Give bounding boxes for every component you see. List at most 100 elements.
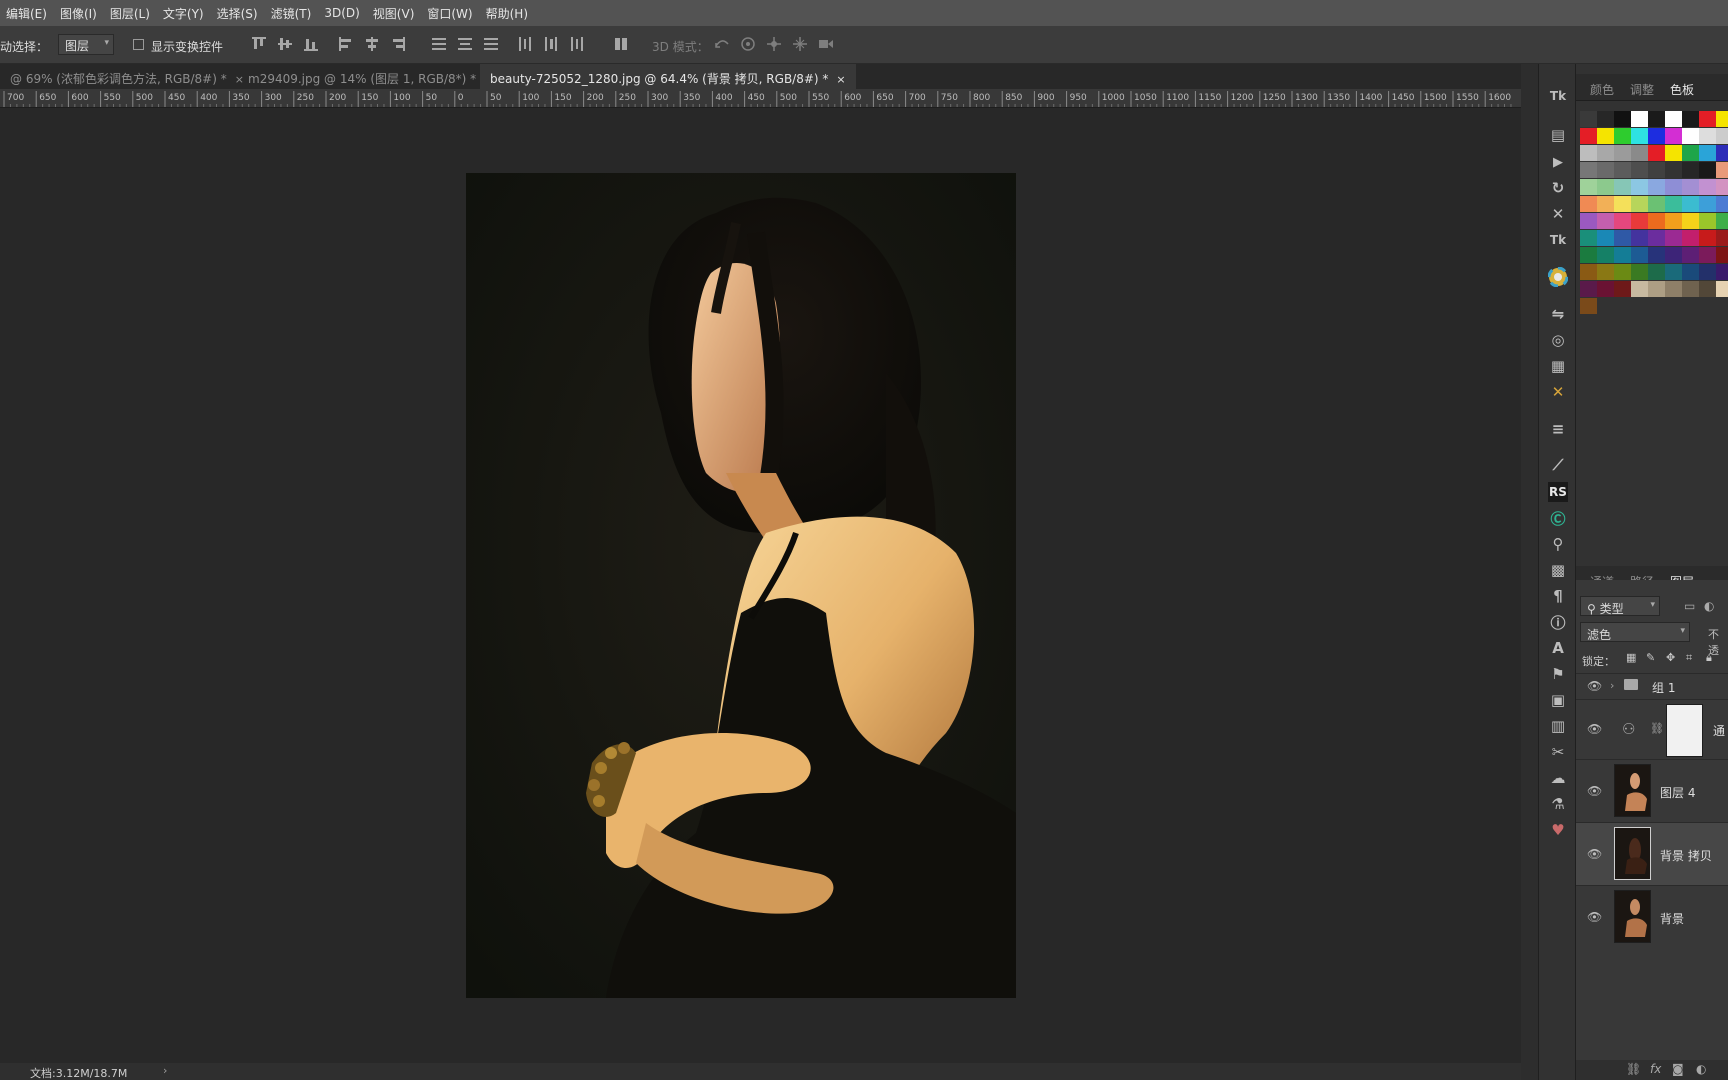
layer-row-adjustment[interactable]: 👁︎ ⚇ ⛓︎ 通	[1576, 699, 1728, 759]
fx-icon[interactable]: fx	[1650, 1062, 1661, 1076]
layer-comps-icon[interactable]: ▣	[1548, 690, 1568, 710]
filter-adjustment-icon[interactable]: ◐	[1704, 599, 1714, 613]
tab-document-1[interactable]: @ 69% (浓郁色彩调色方法, RGB/8#) * ×	[0, 64, 254, 89]
color-swatch[interactable]	[1597, 111, 1614, 127]
distribute-vcenter-icon[interactable]	[456, 35, 474, 53]
color-swatch[interactable]	[1631, 162, 1648, 178]
filter-pixel-icon[interactable]: ▭	[1684, 599, 1695, 613]
color-swatch[interactable]	[1716, 111, 1728, 127]
color-swatch[interactable]	[1716, 162, 1728, 178]
color-swatch[interactable]	[1631, 179, 1648, 195]
slide-3d-icon[interactable]	[791, 35, 809, 53]
color-swatch[interactable]	[1614, 213, 1631, 229]
color-swatch[interactable]	[1699, 196, 1716, 212]
color-swatch[interactable]	[1699, 162, 1716, 178]
layer-mask-thumbnail[interactable]	[1666, 704, 1703, 757]
layer-row-layer4[interactable]: 👁︎ 图层 4	[1576, 759, 1728, 822]
color-swatch[interactable]	[1665, 264, 1682, 280]
color-swatch[interactable]	[1631, 196, 1648, 212]
color-swatch[interactable]	[1699, 128, 1716, 144]
color-swatch[interactable]	[1614, 145, 1631, 161]
color-swatch[interactable]	[1648, 264, 1665, 280]
layer-row-background[interactable]: 👁︎ 背景	[1576, 885, 1728, 948]
cloud-icon[interactable]: ☁	[1548, 768, 1568, 788]
color-swatch[interactable]	[1597, 247, 1614, 263]
tab-document-2[interactable]: m29409.jpg @ 14% (图层 1, RGB/8*) *×	[238, 64, 503, 89]
color-swatch[interactable]	[1580, 162, 1597, 178]
tab-color[interactable]: 颜色	[1590, 81, 1614, 98]
eye-icon[interactable]: 👁︎	[1587, 847, 1602, 861]
color-swatch[interactable]	[1682, 213, 1699, 229]
color-swatch[interactable]	[1580, 179, 1597, 195]
color-swatch[interactable]	[1631, 145, 1648, 161]
color-swatch[interactable]	[1614, 162, 1631, 178]
color-swatch[interactable]	[1597, 281, 1614, 297]
color-swatch[interactable]	[1648, 230, 1665, 246]
color-swatch[interactable]	[1682, 230, 1699, 246]
roll-3d-icon[interactable]	[739, 35, 757, 53]
color-swatch[interactable]	[1580, 196, 1597, 212]
color-swatch[interactable]	[1648, 128, 1665, 144]
chevron-right-icon[interactable]: ›	[1610, 679, 1614, 692]
eye-icon[interactable]: 👁︎	[1587, 784, 1602, 798]
clone-source-icon[interactable]: ◎	[1548, 330, 1568, 350]
lock-artboard-icon[interactable]: ⌗	[1686, 651, 1692, 665]
color-swatch[interactable]	[1716, 281, 1728, 297]
color-swatch[interactable]	[1597, 145, 1614, 161]
auto-select-dropdown[interactable]: 图层 ▾	[58, 34, 114, 55]
color-swatch[interactable]	[1597, 162, 1614, 178]
color-swatch[interactable]	[1648, 213, 1665, 229]
scissors-icon[interactable]: ✂	[1548, 742, 1568, 762]
document-image[interactable]	[466, 173, 1016, 998]
distribute-hcenter-icon[interactable]	[542, 35, 560, 53]
tab-adjustments[interactable]: 调整	[1630, 81, 1654, 98]
color-swatch[interactable]	[1648, 196, 1665, 212]
color-swatch[interactable]	[1580, 247, 1597, 263]
color-swatch[interactable]	[1648, 247, 1665, 263]
status-menu-arrow[interactable]: ›	[163, 1064, 167, 1077]
color-swatch[interactable]	[1597, 128, 1614, 144]
color-swatch[interactable]	[1665, 128, 1682, 144]
color-swatch[interactable]	[1682, 281, 1699, 297]
swatches-grid[interactable]	[1580, 111, 1728, 381]
color-swatch[interactable]	[1614, 128, 1631, 144]
color-swatch[interactable]	[1682, 111, 1699, 127]
distribute-left-icon[interactable]	[516, 35, 534, 53]
lock-all-icon[interactable]: 🔒︎	[1706, 651, 1712, 665]
color-swatch[interactable]	[1665, 111, 1682, 127]
link-icon[interactable]: ⛓︎	[1650, 722, 1664, 735]
color-swatch[interactable]	[1665, 162, 1682, 178]
color-swatch[interactable]	[1716, 196, 1728, 212]
lock-position-icon[interactable]: ✥	[1666, 651, 1675, 664]
color-swatch[interactable]	[1699, 213, 1716, 229]
distribute-top-icon[interactable]	[430, 35, 448, 53]
color-swatch[interactable]	[1580, 145, 1597, 161]
color-swatch[interactable]	[1631, 111, 1648, 127]
color-swatch[interactable]	[1682, 179, 1699, 195]
color-swatch[interactable]	[1597, 179, 1614, 195]
color-swatch[interactable]	[1580, 111, 1597, 127]
circle-c-icon[interactable]: Ⓒ	[1548, 508, 1568, 528]
eye-icon[interactable]: 👁︎	[1587, 910, 1602, 924]
color-swatch[interactable]	[1716, 230, 1728, 246]
color-swatch[interactable]	[1614, 196, 1631, 212]
align-hcenter-icon[interactable]	[363, 35, 381, 53]
color-wheel-icon[interactable]	[1548, 267, 1568, 287]
pan-3d-icon[interactable]	[765, 35, 783, 53]
color-swatch[interactable]	[1648, 281, 1665, 297]
color-swatch[interactable]	[1580, 281, 1597, 297]
lock-brush-icon[interactable]: ✎	[1646, 651, 1655, 664]
menu-image[interactable]: 图像(I)	[54, 5, 104, 22]
color-swatch[interactable]	[1614, 264, 1631, 280]
color-swatch[interactable]	[1716, 213, 1728, 229]
align-vcenter-icon[interactable]	[276, 35, 294, 53]
history-icon[interactable]: ▤	[1548, 125, 1568, 145]
color-swatch[interactable]	[1716, 145, 1728, 161]
color-swatch[interactable]	[1699, 179, 1716, 195]
adjust-sliders-icon[interactable]: ≡	[1548, 419, 1568, 439]
close-x-icon[interactable]: ✕	[1548, 204, 1568, 224]
notes-icon[interactable]: ▥	[1548, 716, 1568, 736]
color-swatch[interactable]	[1648, 145, 1665, 161]
color-swatch[interactable]	[1631, 281, 1648, 297]
color-swatch[interactable]	[1597, 196, 1614, 212]
